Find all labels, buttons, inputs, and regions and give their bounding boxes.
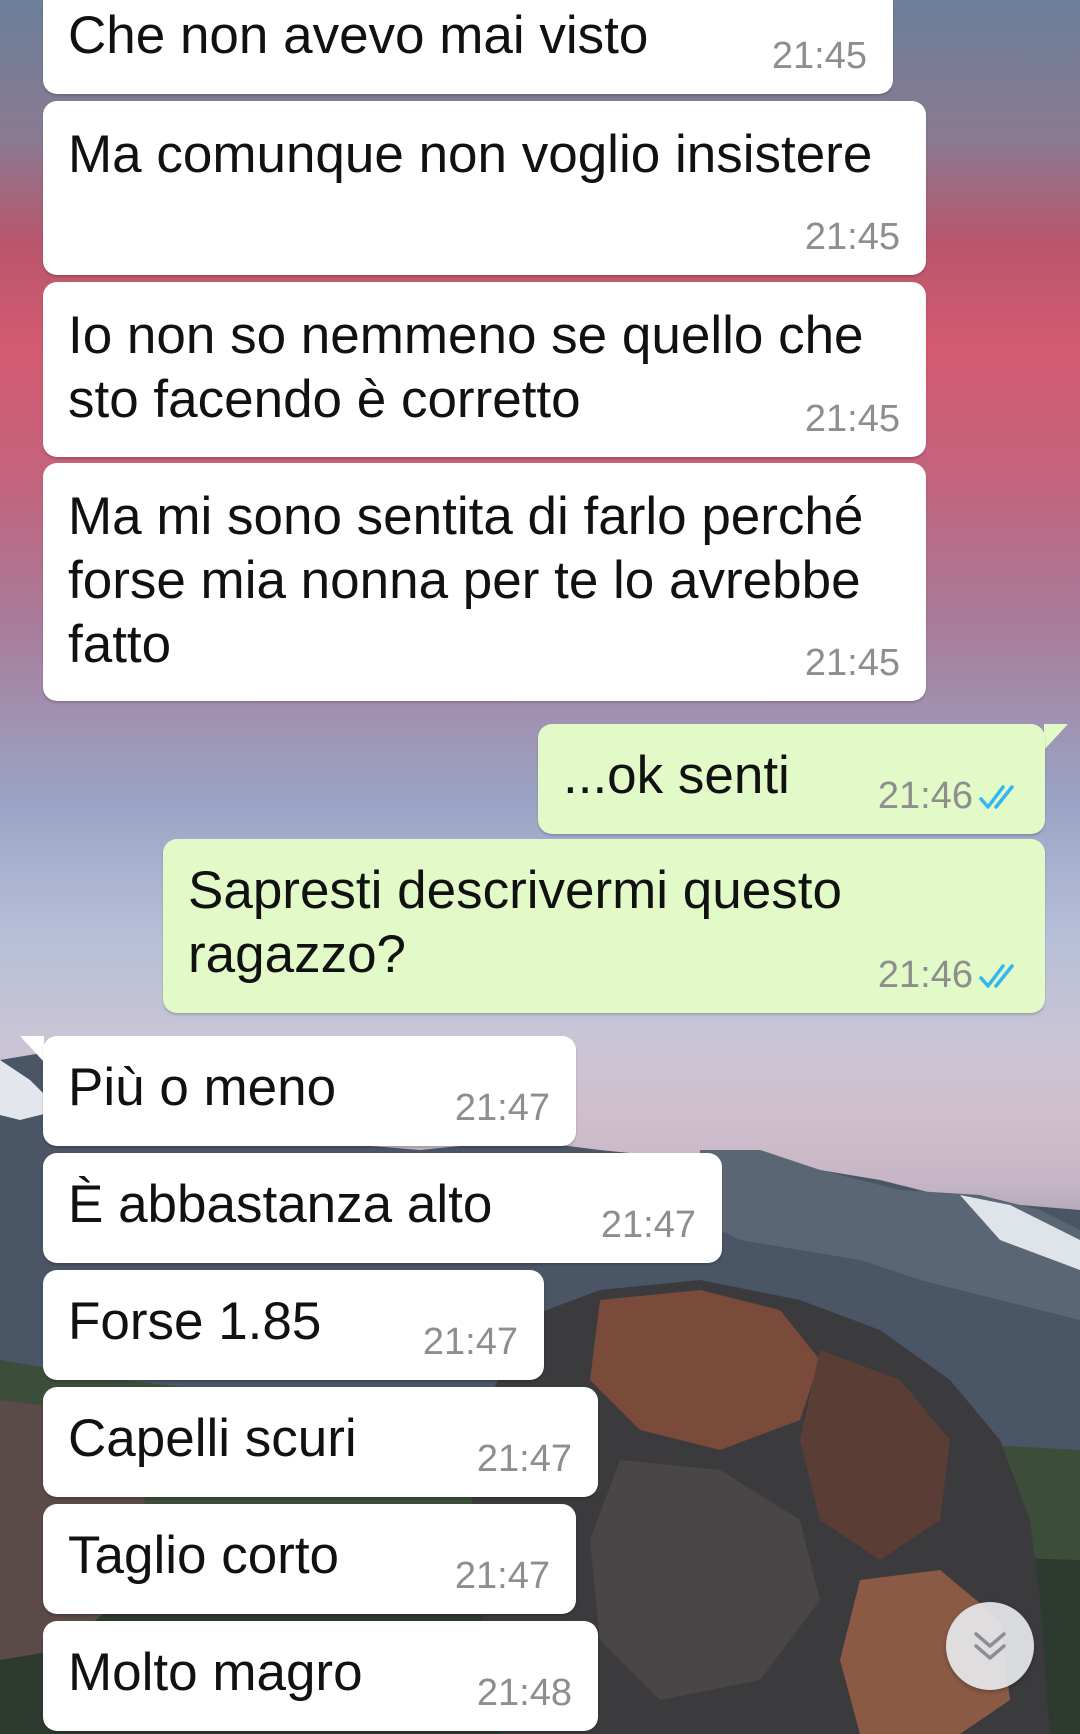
message-bubble-incoming[interactable]: Ma mi sono sentita di farlo perché forse… bbox=[43, 463, 926, 701]
double-check-read-icon bbox=[979, 785, 1014, 809]
double-chevron-down-icon bbox=[974, 1632, 1006, 1660]
message-bubble-incoming[interactable]: Che non avevo mai visto 21:45 bbox=[43, 0, 893, 94]
message-time: 21:45 bbox=[771, 35, 867, 77]
message-bubble-incoming[interactable]: Ma comunque non voglio insistere 21:45 bbox=[43, 101, 926, 275]
message-text: Io non so nemmeno se quello che sto face… bbox=[68, 306, 864, 429]
message-bubble-incoming[interactable]: Forse 1.85 21:47 bbox=[43, 1270, 544, 1380]
message-bubble-incoming[interactable]: Molto magro 21:48 bbox=[43, 1621, 598, 1731]
message-text: Ma comunque non voglio insistere bbox=[68, 125, 873, 184]
message-text: Ma mi sono sentita di farlo perché forse… bbox=[68, 487, 864, 674]
message-time: 21:47 bbox=[422, 1321, 518, 1363]
message-text: Che non avevo mai visto bbox=[68, 6, 649, 65]
message-time: 21:48 bbox=[476, 1672, 572, 1714]
message-time: 21:46 bbox=[877, 775, 973, 817]
bubble-tail bbox=[1044, 724, 1068, 750]
double-check-read-icon bbox=[979, 964, 1014, 988]
message-time: 21:47 bbox=[454, 1555, 550, 1597]
message-time: 21:47 bbox=[600, 1204, 696, 1246]
message-bubble-incoming[interactable]: Taglio corto 21:47 bbox=[43, 1504, 576, 1614]
message-bubble-incoming[interactable]: È abbastanza alto 21:47 bbox=[43, 1153, 722, 1263]
message-bubble-outgoing[interactable]: Sapresti descrivermi questo ragazzo? 21:… bbox=[163, 839, 1045, 1013]
message-time: 21:47 bbox=[476, 1438, 572, 1480]
message-bubble-incoming[interactable]: Capelli scuri 21:47 bbox=[43, 1387, 598, 1497]
message-bubble-incoming[interactable]: Io non so nemmeno se quello che sto face… bbox=[43, 282, 926, 457]
scroll-to-bottom-button[interactable] bbox=[946, 1602, 1034, 1690]
message-bubble-outgoing[interactable]: ...ok senti 21:46 bbox=[538, 724, 1045, 834]
message-time: 21:46 bbox=[877, 954, 973, 996]
message-time: 21:45 bbox=[804, 642, 900, 684]
message-time: 21:47 bbox=[454, 1087, 550, 1129]
message-time: 21:45 bbox=[804, 398, 900, 440]
message-time: 21:45 bbox=[804, 216, 900, 258]
conversation-list[interactable]: Che non avevo mai visto 21:45 Ma comunqu… bbox=[0, 0, 1080, 1734]
message-bubble-incoming[interactable]: Più o meno 21:47 bbox=[43, 1036, 576, 1146]
bubble-tail bbox=[20, 1036, 44, 1062]
